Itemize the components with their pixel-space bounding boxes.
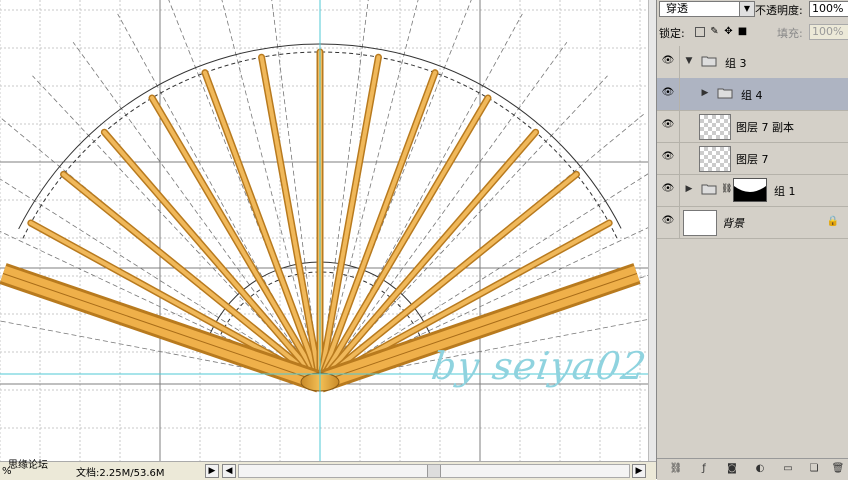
adjustment-layer-icon[interactable]: ◐ <box>753 462 767 476</box>
eye-icon[interactable]: 👁 <box>661 152 675 162</box>
lock-label: 锁定: <box>659 27 685 40</box>
opacity-input[interactable]: 100% <box>809 1 848 17</box>
layer-row-background[interactable]: 👁 背景 🔒 <box>657 206 848 239</box>
mask-thumbnail-icon[interactable] <box>733 178 767 202</box>
visibility-toggle[interactable]: 👁 <box>657 110 680 142</box>
eye-icon[interactable]: 👁 <box>661 120 675 130</box>
trash-icon[interactable]: 🗑 <box>831 462 845 476</box>
collapse-triangle-icon[interactable]: ▶ <box>684 184 694 194</box>
blend-mode-value: 穿透 <box>666 2 688 15</box>
folder-icon <box>717 88 733 99</box>
visibility-toggle[interactable]: 👁 <box>657 78 680 110</box>
eye-icon[interactable]: 👁 <box>661 184 675 194</box>
lock-icon: 🔒 <box>826 216 839 227</box>
expand-triangle-icon[interactable]: ▼ <box>684 56 694 66</box>
fill-input[interactable]: 100% <box>809 24 848 40</box>
lock-transparency-icon[interactable] <box>695 27 705 37</box>
visibility-toggle[interactable]: 👁 <box>657 142 680 174</box>
layer-row-group4[interactable]: 👁 ▶ 组 4 <box>657 78 848 111</box>
lock-all-icon[interactable]: ■ <box>737 26 748 37</box>
layer-name: 组 4 <box>741 89 763 102</box>
lock-move-icon[interactable]: ✥ <box>723 26 734 37</box>
link-icon[interactable]: ⛓ <box>721 184 732 194</box>
folder-icon <box>701 184 717 195</box>
watermark-text: by seiya027848 <box>428 344 648 388</box>
visibility-toggle[interactable]: 👁 <box>657 46 680 78</box>
layer-thumbnail <box>699 146 731 172</box>
eye-icon[interactable]: 👁 <box>661 88 675 98</box>
layer-row-layer7-copy[interactable]: 👁 图层 7 副本 <box>657 110 848 143</box>
layer-row-group3[interactable]: 👁 ▼ 组 3 <box>657 46 848 79</box>
new-group-icon[interactable]: ▭ <box>781 462 795 476</box>
scroll-right-button[interactable]: ▶ <box>632 464 646 478</box>
layer-name: 图层 7 <box>736 153 769 166</box>
layer-name: 背景 <box>722 217 744 230</box>
opacity-label: 不透明度: <box>755 4 803 17</box>
layer-thumbnail <box>699 114 731 140</box>
layer-row-group1[interactable]: 👁 ▶ ⛓ 组 1 <box>657 174 848 207</box>
layers-panel-footer: ⛓ ƒ ◙ ◐ ▭ ❏ 🗑 <box>657 458 848 480</box>
scroll-left-button[interactable]: ◀ <box>222 464 236 478</box>
eye-icon[interactable]: 👁 <box>661 56 675 66</box>
status-nav-button[interactable]: ▶ <box>205 464 219 478</box>
blend-row: 穿透 ▼ 不透明度: 100% <box>657 0 848 18</box>
fill-label: 填充: <box>777 27 803 40</box>
collapse-triangle-icon[interactable]: ▶ <box>700 88 710 98</box>
visibility-toggle[interactable]: 👁 <box>657 174 680 206</box>
eye-icon[interactable]: 👁 <box>661 216 675 226</box>
link-layers-icon[interactable]: ⛓ <box>669 462 683 476</box>
layer-thumbnail <box>683 210 717 236</box>
canvas-area[interactable]: by seiya027848 <box>0 0 648 461</box>
scroll-thumb[interactable] <box>427 465 441 477</box>
layer-name: 组 1 <box>774 185 796 198</box>
blend-mode-select[interactable]: 穿透 ▼ <box>659 1 755 17</box>
horizontal-scrollbar[interactable] <box>238 464 630 478</box>
layer-name: 组 3 <box>725 57 747 70</box>
lock-row: 锁定: ✎ ✥ ■ 填充: 100% <box>657 22 848 42</box>
lock-paint-icon[interactable]: ✎ <box>709 26 720 37</box>
visibility-toggle[interactable]: 👁 <box>657 206 680 238</box>
add-mask-icon[interactable]: ◙ <box>725 462 739 476</box>
layer-style-icon[interactable]: ƒ <box>697 462 711 476</box>
layer-row-layer7[interactable]: 👁 图层 7 <box>657 142 848 175</box>
status-bar: % 思缘论坛 文档:2.25M/53.6M ▶ ◀ ▶ <box>0 460 656 480</box>
new-layer-icon[interactable]: ❏ <box>807 462 821 476</box>
chevron-down-icon[interactable]: ▼ <box>739 2 754 16</box>
layers-list: 👁 ▼ 组 3 👁 ▶ 组 4 👁 图层 7 副本 👁 图层 7 👁 ▶ ⛓ 组… <box>657 46 848 239</box>
credit-text: 思缘论坛 <box>8 460 48 471</box>
fan-artwork[interactable] <box>0 0 648 461</box>
layer-name: 图层 7 副本 <box>736 121 794 134</box>
document-size[interactable]: 文档:2.25M/53.6M <box>76 464 165 479</box>
layers-panel: 穿透 ▼ 不透明度: 100% 锁定: ✎ ✥ ■ 填充: 100% 👁 ▼ 组… <box>656 0 848 480</box>
folder-icon <box>701 56 717 67</box>
